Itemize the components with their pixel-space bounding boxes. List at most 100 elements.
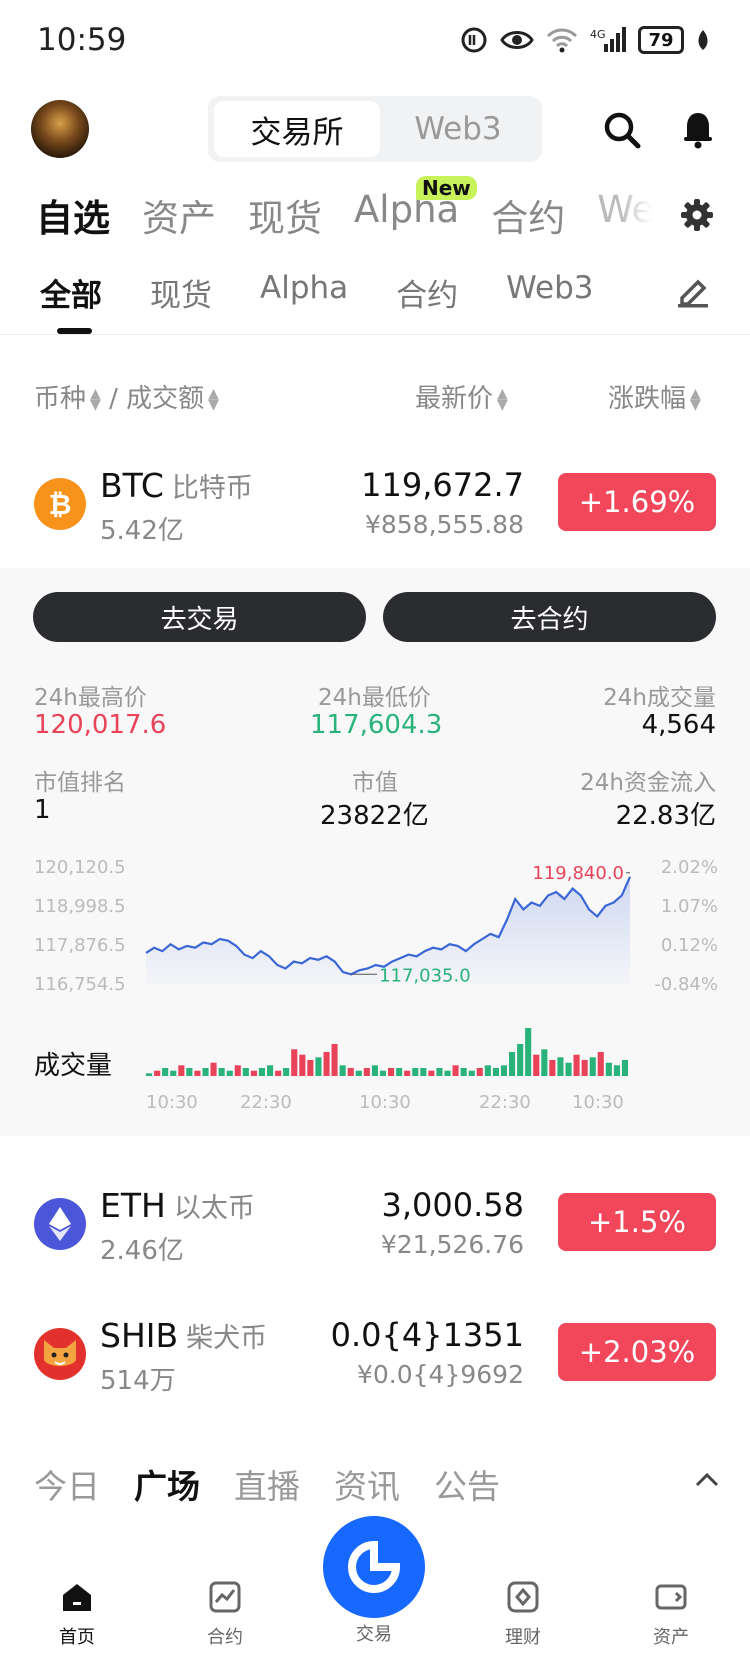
stat-high-value: 120,017.6 (34, 710, 167, 740)
volume-bar (396, 1068, 403, 1076)
coin-price-cny: ¥0.0{4}9692 (356, 1360, 524, 1389)
volume-bar (210, 1062, 217, 1076)
nav-assets[interactable]: 资产 (626, 1580, 716, 1649)
nfc-icon (461, 27, 487, 53)
coin-price-cny: ¥21,526.76 (380, 1230, 524, 1259)
stat-flow-label: 24h资金流入 (580, 770, 716, 796)
change-badge[interactable]: +2.03% (558, 1323, 716, 1381)
coin-volume: 5.42亿 (100, 516, 184, 546)
switch-exchange[interactable]: 交易所 (214, 101, 380, 157)
volume-bar (404, 1070, 411, 1076)
switch-web3[interactable]: Web3 (380, 101, 536, 157)
volume-bar (275, 1070, 282, 1076)
avatar[interactable] (31, 100, 89, 158)
subtab-web3[interactable]: Web3 (506, 270, 593, 315)
list-item-shib[interactable]: SHIB 柴犬币 514万 0.0{4}1351 ¥0.0{4}9692 +2.0… (0, 1290, 750, 1418)
feed-tabs: 今日 广场 直播 资讯 公告 (34, 1460, 534, 1508)
volume-bar (476, 1068, 483, 1076)
volume-bar (347, 1068, 354, 1076)
list-item-btc[interactable]: ₿ BTC 比特币 5.42亿 119,672.7 ¥858,555.88 +1.… (0, 440, 750, 568)
finance-icon (507, 1581, 539, 1613)
go-contract-button[interactable]: 去合约 (383, 592, 716, 642)
volume-bar (258, 1068, 265, 1076)
volume-bar (355, 1070, 362, 1076)
volume-bar (267, 1065, 274, 1076)
status-time: 10:59 (37, 22, 127, 58)
feed-tab-today[interactable]: 今日 (34, 1460, 100, 1508)
coin-price: 119,672.7 (361, 466, 524, 504)
stat-volume-value: 4,564 (641, 710, 716, 740)
search-icon[interactable] (602, 110, 642, 150)
subtab-all[interactable]: 全部 (40, 270, 102, 315)
volume-bar (388, 1068, 395, 1076)
stat-flow-value: 22.83亿 (615, 801, 716, 831)
feed-tab-square[interactable]: 广场 (134, 1460, 200, 1508)
column-separator: / (109, 384, 118, 414)
x-tick-label: 10:30 (572, 1092, 624, 1113)
volume-bar (557, 1057, 564, 1076)
change-badge[interactable]: +1.5% (558, 1193, 716, 1251)
feed-tab-live[interactable]: 直播 (234, 1460, 300, 1508)
trade-fab-button[interactable] (323, 1516, 425, 1618)
subtab-contract[interactable]: 合约 (396, 270, 458, 315)
tab-spot[interactable]: 现货 (248, 188, 322, 240)
subtab-alpha[interactable]: Alpha (260, 270, 348, 315)
go-trade-button[interactable]: 去交易 (33, 592, 366, 642)
tab-contract[interactable]: 合约 (491, 188, 565, 240)
coin-symbol: ETH (100, 1186, 166, 1225)
nav-contract[interactable]: 合约 (180, 1580, 270, 1649)
coin-name: 柴犬币 (186, 1323, 268, 1354)
volume-bar (492, 1068, 499, 1076)
nav-home-label: 首页 (59, 1627, 95, 1648)
coin-symbol: SHIB (100, 1316, 179, 1355)
x-tick-label: 10:30 (359, 1092, 411, 1113)
volume-bar (371, 1065, 378, 1076)
sort-icon: ▲ ▼ (208, 385, 219, 413)
price-chart[interactable]: 119,840.0 117,035.0 (0, 840, 750, 1000)
stat-volume-label: 24h成交量 (603, 685, 716, 711)
coin-name: 比特币 (171, 473, 253, 504)
feed-tab-announcement[interactable]: 公告 (434, 1460, 500, 1508)
tab-watchlist[interactable]: 自选 (36, 188, 110, 240)
secondary-tabs: 全部 现货 Alpha 合约 Web3 (40, 270, 641, 315)
volume-bar (186, 1068, 193, 1076)
sort-icon: ▲ ▼ (90, 385, 101, 413)
volume-bar (283, 1068, 290, 1076)
shiba-icon (34, 1328, 86, 1380)
nav-home[interactable]: 首页 (32, 1580, 122, 1649)
change-badge[interactable]: +1.69% (558, 473, 716, 531)
coin-volume: 2.46亿 (100, 1236, 184, 1266)
volume-chart (146, 1028, 628, 1076)
volume-bar (500, 1065, 507, 1076)
volume-bar (412, 1068, 419, 1076)
volume-bar (565, 1062, 572, 1076)
bitcoin-icon: ₿ (34, 478, 86, 530)
column-change[interactable]: 涨跌幅 ▲ ▼ (608, 378, 701, 415)
volume-bar (307, 1060, 314, 1076)
x-tick-label: 22:30 (479, 1092, 531, 1113)
settings-icon[interactable] (680, 198, 714, 232)
subtab-spot[interactable]: 现货 (150, 270, 212, 315)
column-price[interactable]: 最新价 ▲ ▼ (415, 378, 508, 415)
volume-bar (331, 1044, 338, 1076)
coin-volume: 514万 (100, 1366, 176, 1396)
column-coin-turnover[interactable]: 币种 ▲ ▼ / 成交额 ▲ ▼ (34, 378, 219, 415)
chevron-up-icon[interactable] (694, 1470, 720, 1488)
volume-bar (541, 1049, 548, 1076)
trade-logo-icon (348, 1540, 401, 1593)
nav-finance[interactable]: 理财 (478, 1580, 568, 1649)
coin-name: 以太币 (173, 1193, 255, 1224)
bell-icon[interactable] (678, 110, 718, 150)
divider (0, 334, 750, 335)
list-item-eth[interactable]: ETH 以太币 2.46亿 3,000.58 ¥21,526.76 +1.5% (0, 1160, 750, 1288)
volume-bar (363, 1068, 370, 1076)
column-change-label: 涨跌幅 (608, 384, 687, 414)
edit-icon[interactable] (676, 276, 710, 308)
volume-bar (323, 1052, 330, 1076)
sort-icon: ▲ ▼ (690, 385, 701, 413)
tab-assets[interactable]: 资产 (142, 188, 216, 240)
new-badge: New (416, 176, 477, 200)
volume-bar (379, 1070, 386, 1076)
volume-bar (452, 1065, 459, 1076)
feed-tab-news[interactable]: 资讯 (334, 1460, 400, 1508)
